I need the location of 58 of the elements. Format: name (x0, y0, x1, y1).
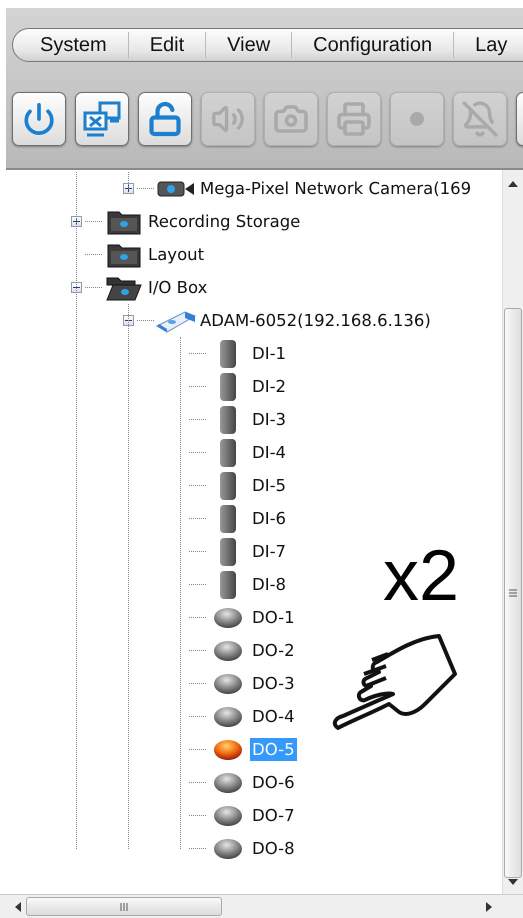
tree-item[interactable]: DI-6 (250, 507, 288, 530)
cylinder-icon (218, 372, 238, 402)
tree-item[interactable]: Layout (146, 243, 206, 266)
tree-item[interactable]: DO-2 (250, 639, 297, 662)
tree-item[interactable]: Recording Storage (146, 210, 302, 233)
cylinder-icon (218, 470, 238, 500)
tree-item[interactable]: DO-8 (250, 837, 297, 860)
scroll-thumb[interactable] (504, 308, 522, 878)
tree-item[interactable]: ADAM-6052(192.168.6.136) (198, 309, 433, 332)
printer-icon (336, 101, 372, 137)
menu-item[interactable]: Edit (128, 32, 206, 58)
tree-item[interactable]: DO-6 (250, 771, 297, 794)
toolbar-button[interactable] (138, 92, 192, 146)
tree-item[interactable]: DO-7 (250, 804, 297, 827)
scroll-thumb[interactable] (26, 897, 222, 916)
scroll-up-icon[interactable] (508, 180, 518, 188)
expander-button[interactable] (71, 282, 82, 293)
expander-button[interactable] (71, 216, 82, 227)
expander-button[interactable] (123, 315, 134, 326)
camera-icon (157, 180, 195, 198)
menu-item[interactable]: System (19, 32, 128, 58)
expander-button[interactable] (123, 183, 134, 194)
cylinder-icon (218, 504, 238, 534)
cylinder-icon (218, 536, 238, 566)
cylinder-icon (218, 404, 238, 434)
cylinder-icon (218, 438, 238, 468)
cylinder-icon (218, 570, 238, 600)
tree-item[interactable]: DI-3 (250, 408, 288, 431)
scroll-right-icon[interactable] (485, 902, 493, 912)
tree-item[interactable]: DI-2 (250, 375, 288, 398)
tree-item[interactable]: Mega-Pixel Network Camera(169 (198, 177, 474, 200)
tree-item[interactable]: DI-1 (250, 342, 288, 365)
horizontal-scrollbar[interactable] (0, 894, 523, 918)
tree-item[interactable]: DO-3 (250, 672, 297, 695)
tree-item[interactable]: DO-4 (250, 705, 297, 728)
power-icon (22, 102, 56, 136)
menu-item[interactable]: Lay (453, 32, 523, 58)
folder-icon (107, 208, 141, 234)
tree-item[interactable]: DI-4 (250, 441, 288, 464)
tree-item[interactable]: DI-7 (250, 540, 288, 563)
remote-desktop-icon (82, 100, 122, 138)
folder-icon (107, 242, 141, 268)
tree-item[interactable]: DO-1 (250, 606, 297, 629)
unlock-icon (147, 101, 183, 137)
vertical-scrollbar[interactable] (502, 170, 523, 894)
toolbar-button[interactable] (12, 92, 66, 146)
cylinder-icon (218, 338, 238, 368)
menu-item[interactable]: Configuration (291, 32, 454, 58)
toolbar-button[interactable] (75, 92, 129, 146)
open-folder-icon (106, 274, 142, 300)
bell-off-icon (461, 100, 499, 138)
annotation-text: x2 (383, 540, 460, 612)
tree-item[interactable]: DI-5 (250, 474, 288, 497)
scroll-left-icon[interactable] (14, 902, 22, 912)
menu-item[interactable]: View (205, 32, 292, 58)
tree-item[interactable]: DI-8 (250, 573, 288, 596)
dot-icon (409, 111, 425, 127)
tree-item[interactable]: I/O Box (146, 276, 210, 299)
